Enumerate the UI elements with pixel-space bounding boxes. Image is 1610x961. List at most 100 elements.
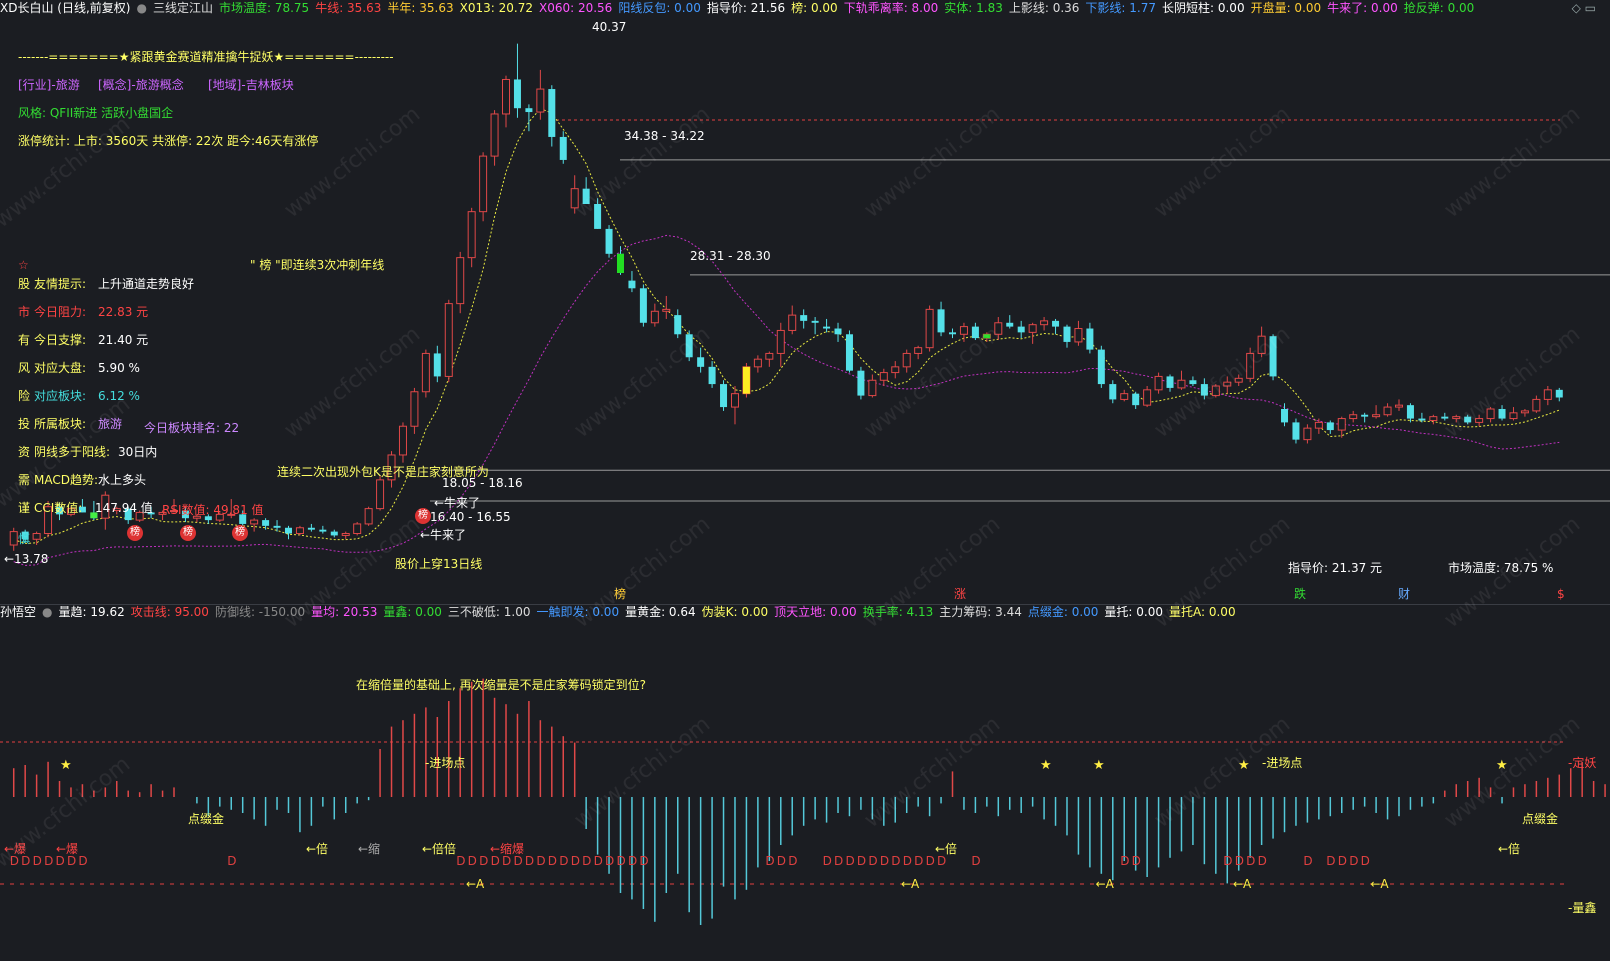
bang-note: " 榜 "即连续3次冲刺年线	[250, 258, 385, 272]
candle-body	[765, 352, 774, 360]
candle-body	[364, 508, 373, 525]
d-marker: D	[513, 854, 522, 868]
star-icon: ★	[1040, 758, 1052, 773]
candle-body	[971, 326, 979, 339]
candle-body	[262, 520, 270, 526]
candle-body	[570, 188, 579, 209]
star-icon: ★	[60, 758, 72, 773]
candle-body	[1406, 405, 1414, 419]
indicator-settings-icon[interactable]: ●	[136, 1, 146, 15]
candle-body	[1211, 385, 1220, 397]
candle-body	[559, 136, 567, 160]
a-marker: ←A	[901, 877, 920, 891]
candle-body	[1269, 336, 1277, 377]
header-item-8: 指导价: 21.56	[706, 1, 786, 15]
header-item-15: 开盘量: 0.00	[1250, 1, 1322, 15]
candle-body	[1464, 416, 1472, 423]
info-value: 30日内	[118, 445, 158, 459]
candle-body	[1246, 352, 1255, 379]
d-marker: D	[1120, 854, 1129, 868]
d-marker: D	[502, 854, 511, 868]
candle-body	[720, 384, 728, 408]
candle-body	[421, 352, 430, 393]
d-marker: D	[21, 854, 30, 868]
a-marker: ←A	[1096, 877, 1115, 891]
d-marker: D	[78, 854, 87, 868]
candle-body	[1429, 416, 1438, 421]
candle-body	[1017, 326, 1025, 333]
region-tag[interactable]: [地域]-吉林板块	[208, 78, 294, 92]
candle-body	[307, 527, 315, 530]
candle-body	[1292, 422, 1300, 440]
candle-body	[490, 113, 499, 157]
d-marker: D	[903, 854, 912, 868]
panel-collapse-icon[interactable]: ◇ ▭	[1572, 1, 1596, 15]
d-marker: D	[765, 854, 774, 868]
main-chart-header: XD长白山 (日线,前复权) ● 三线定江山 市场温度: 78.75 牛线: 35.63…	[0, 0, 1610, 16]
volume-indicator-chart[interactable]: DDDDDDDDDDDDDDDDDDDDDDDDDDDDDDDDDDDDDDDD…	[0, 621, 1610, 961]
a-marker: ←A	[1370, 877, 1389, 891]
bull-signal-1: ←牛来了	[434, 496, 481, 510]
d-marker: D	[823, 854, 832, 868]
d-marker: D	[33, 854, 42, 868]
d-marker: D	[525, 854, 534, 868]
bottom-tag-cai[interactable]: 财	[1398, 587, 1410, 601]
bei-signal-3: ←倍	[1498, 842, 1521, 856]
d-marker: D	[926, 854, 935, 868]
dian-zhui-jin-1: 点缀金	[188, 812, 225, 826]
candle-body	[902, 352, 911, 368]
indicator-settings-icon[interactable]: ●	[42, 605, 52, 619]
candle-body	[1486, 408, 1495, 420]
d-marker: D	[1349, 854, 1358, 868]
candle-body	[479, 155, 488, 213]
industry-tag[interactable]: [行业]-旅游	[18, 78, 80, 92]
candle-body	[1166, 376, 1174, 388]
candle-body	[1509, 412, 1518, 420]
sector-rank: 今日板块排名: 22	[144, 421, 240, 435]
info-label: 阴线多于阳线:	[34, 445, 111, 459]
candle-body	[1326, 422, 1334, 431]
info-label: 今日阻力:	[34, 305, 87, 319]
header-item-11: 实体: 1.83	[944, 1, 1003, 15]
candle-body	[753, 358, 762, 368]
sub-header-item-10: 顶天立地: 0.00	[774, 605, 857, 619]
side-char: 资	[18, 445, 31, 459]
bottom-tag-die[interactable]: 跌	[1294, 587, 1306, 601]
candle-body	[823, 326, 831, 329]
zone-label-3: 18.05 - 18.16	[442, 476, 523, 490]
d-marker: D	[1258, 854, 1267, 868]
header-item-2: 市场温度: 78.75	[218, 1, 310, 15]
candle-body	[1177, 379, 1186, 389]
d-marker: D	[880, 854, 889, 868]
high-price-label: 40.37	[592, 20, 627, 34]
header-item-16: 牛来了: 0.00	[1327, 1, 1398, 15]
style-text: 风格: QFII新进 活跃小盘国企	[18, 106, 174, 120]
bottom-tag-dollar[interactable]: $	[1557, 587, 1565, 601]
d-marker: D	[616, 854, 625, 868]
candle-body	[811, 320, 819, 323]
candle-body	[467, 211, 476, 259]
bottom-tag-bang[interactable]: 榜	[614, 587, 626, 601]
concept-tag[interactable]: [概念]-旅游概念	[98, 78, 184, 92]
info-label: MACD趋势:	[34, 473, 99, 487]
sub-header-item-11: 换手率: 4.13	[862, 605, 934, 619]
star-icon: ☆	[18, 258, 29, 272]
candle-body	[994, 322, 1003, 335]
sub-header-item-4: 量均: 20.53	[311, 605, 378, 619]
star-icon: ★	[1093, 758, 1105, 773]
candle-body	[1006, 322, 1014, 327]
candle-body	[800, 315, 808, 321]
candle-body	[834, 328, 842, 335]
info-label: 所属板块:	[34, 417, 87, 431]
candle-body	[730, 393, 739, 408]
candle-body	[1074, 328, 1083, 343]
candle-body	[295, 527, 304, 535]
candle-body	[925, 308, 934, 349]
header-item-14: 长阴短柱: 0.00	[1162, 1, 1245, 15]
highlight-candle	[616, 253, 624, 273]
d-marker: D	[67, 854, 76, 868]
bottom-tag-zhang[interactable]: 涨	[954, 587, 966, 601]
side-char: 风	[18, 361, 31, 375]
header-item-4: 半年: 35.63	[387, 1, 454, 15]
candle-body	[1394, 404, 1403, 408]
